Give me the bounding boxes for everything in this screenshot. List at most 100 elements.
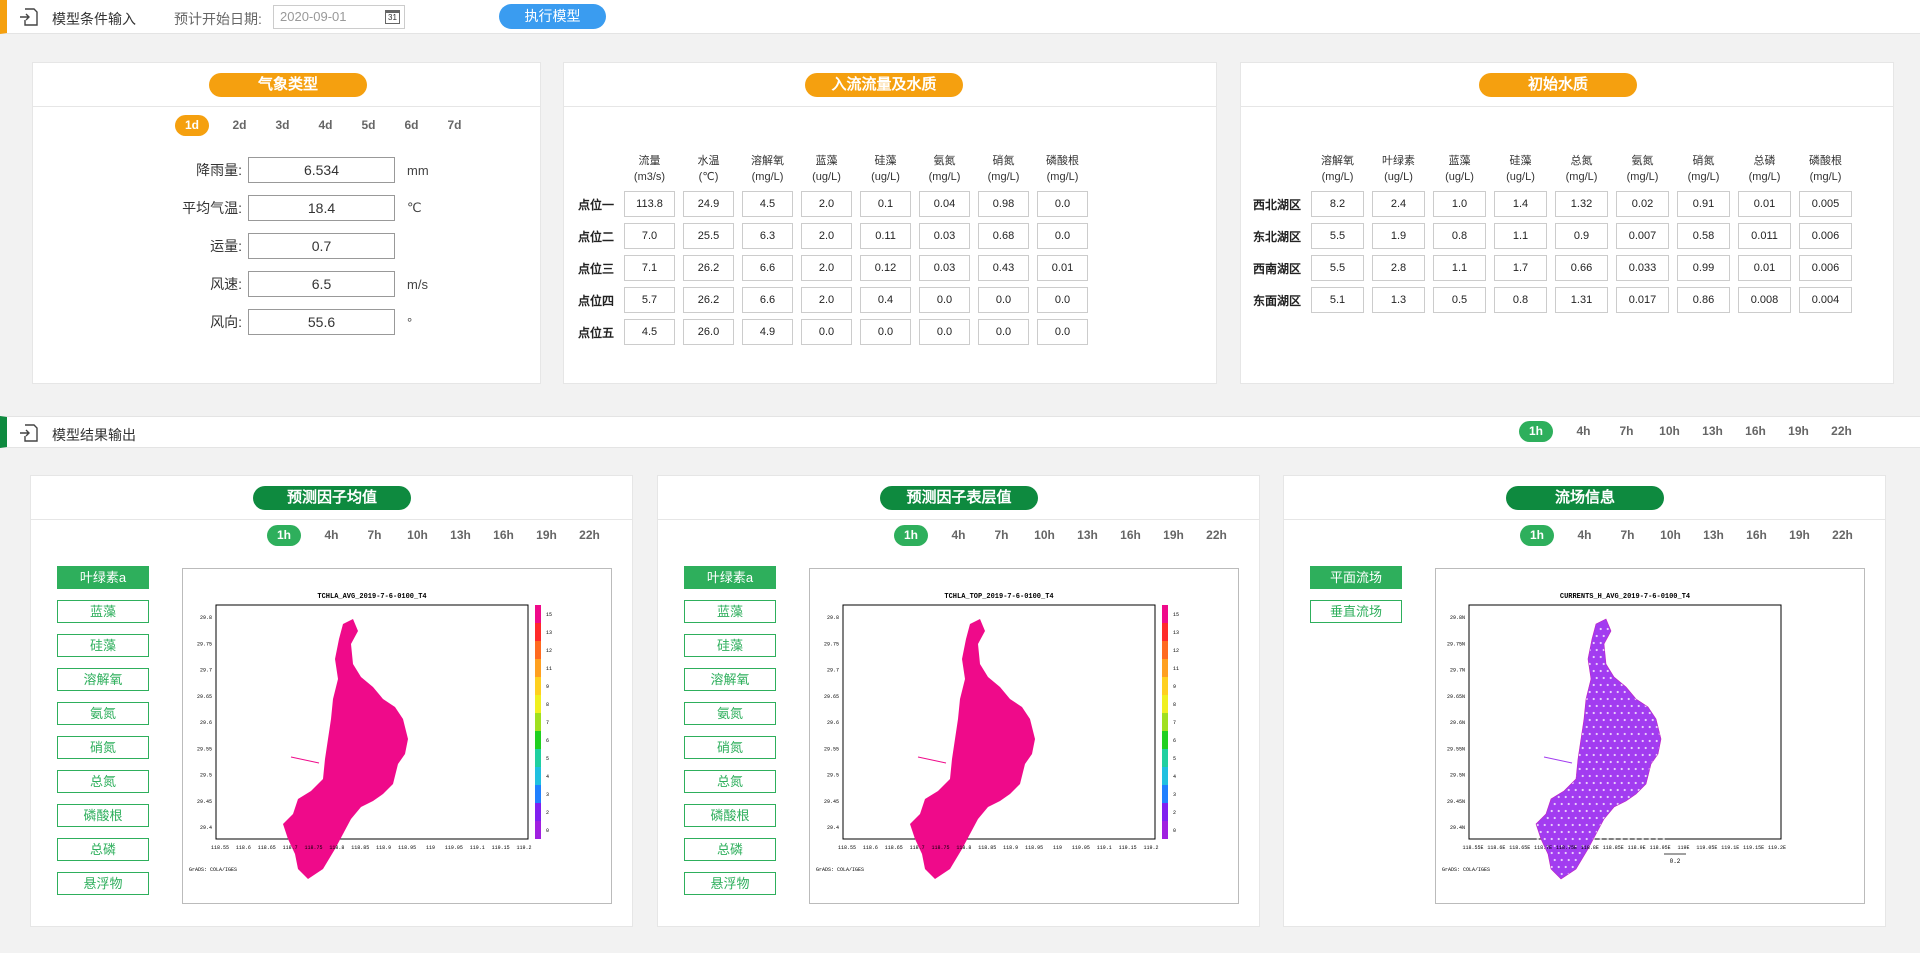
value-cell[interactable]: 0.5: [1433, 287, 1487, 313]
value-cell[interactable]: 0.66: [1555, 255, 1609, 281]
panel-hour-tab-16h[interactable]: 16h: [1735, 525, 1778, 546]
weather-row-input[interactable]: 6.534: [248, 157, 395, 183]
factor-button[interactable]: 硝氮: [57, 736, 149, 759]
value-cell[interactable]: 2.8: [1372, 255, 1426, 281]
start-date-input[interactable]: 2020-09-01 31: [273, 5, 405, 29]
value-cell[interactable]: 26.2: [683, 287, 735, 313]
value-cell[interactable]: 8.2: [1311, 191, 1365, 217]
value-cell[interactable]: 0.0: [1037, 287, 1089, 313]
factor-button[interactable]: 硅藻: [57, 634, 149, 657]
panel-hour-tab-4h[interactable]: 4h: [310, 525, 353, 546]
value-cell[interactable]: 2.0: [801, 287, 853, 313]
value-cell[interactable]: 5.5: [1311, 255, 1365, 281]
value-cell[interactable]: 1.0: [1433, 191, 1487, 217]
factor-button[interactable]: 磷酸根: [57, 804, 149, 827]
panel-hour-tab-16h[interactable]: 16h: [1109, 525, 1152, 546]
value-cell[interactable]: 0.11: [860, 223, 912, 249]
panel-hour-tab-1h[interactable]: 1h: [894, 525, 928, 546]
factor-button[interactable]: 总氮: [57, 770, 149, 793]
panel-hour-tab-10h[interactable]: 10h: [396, 525, 439, 546]
value-cell[interactable]: 0.8: [1433, 223, 1487, 249]
value-cell[interactable]: 0.68: [978, 223, 1030, 249]
factor-button[interactable]: 总氮: [684, 770, 776, 793]
value-cell[interactable]: 1.9: [1372, 223, 1426, 249]
output-hour-tab-1h[interactable]: 1h: [1519, 421, 1553, 442]
value-cell[interactable]: 7.0: [624, 223, 676, 249]
panel-hour-tab-1h[interactable]: 1h: [1520, 525, 1554, 546]
value-cell[interactable]: 4.5: [624, 319, 676, 345]
value-cell[interactable]: 0.03: [919, 223, 971, 249]
value-cell[interactable]: 0.008: [1738, 287, 1792, 313]
factor-button[interactable]: 溶解氧: [57, 668, 149, 691]
value-cell[interactable]: 0.98: [978, 191, 1030, 217]
factor-button[interactable]: 叶绿素a: [57, 566, 149, 589]
factor-button[interactable]: 垂直流场: [1310, 600, 1402, 623]
panel-hour-tab-19h[interactable]: 19h: [525, 525, 568, 546]
value-cell[interactable]: 2.0: [801, 223, 853, 249]
value-cell[interactable]: 25.5: [683, 223, 735, 249]
factor-button[interactable]: 悬浮物: [684, 872, 776, 895]
factor-button[interactable]: 蓝藻: [57, 600, 149, 623]
value-cell[interactable]: 0.58: [1677, 223, 1731, 249]
value-cell[interactable]: 1.31: [1555, 287, 1609, 313]
panel-hour-tab-10h[interactable]: 10h: [1023, 525, 1066, 546]
value-cell[interactable]: 1.1: [1433, 255, 1487, 281]
weather-row-input[interactable]: 18.4: [248, 195, 395, 221]
factor-button[interactable]: 总磷: [684, 838, 776, 861]
value-cell[interactable]: 1.7: [1494, 255, 1548, 281]
panel-hour-tab-13h[interactable]: 13h: [1692, 525, 1735, 546]
value-cell[interactable]: 0.006: [1799, 223, 1853, 249]
panel-hour-tab-13h[interactable]: 13h: [439, 525, 482, 546]
value-cell[interactable]: 0.8: [1494, 287, 1548, 313]
factor-button[interactable]: 磷酸根: [684, 804, 776, 827]
output-hour-tab-7h[interactable]: 7h: [1605, 421, 1648, 442]
panel-hour-tab-1h[interactable]: 1h: [267, 525, 301, 546]
value-cell[interactable]: 0.4: [860, 287, 912, 313]
day-tab-4d[interactable]: 4d: [304, 115, 347, 136]
day-tab-6d[interactable]: 6d: [390, 115, 433, 136]
factor-button[interactable]: 氨氮: [684, 702, 776, 725]
value-cell[interactable]: 1.32: [1555, 191, 1609, 217]
value-cell[interactable]: 0.01: [1738, 191, 1792, 217]
factor-button[interactable]: 平面流场: [1310, 566, 1402, 589]
value-cell[interactable]: 0.004: [1799, 287, 1853, 313]
panel-hour-tab-19h[interactable]: 19h: [1778, 525, 1821, 546]
factor-button[interactable]: 总磷: [57, 838, 149, 861]
value-cell[interactable]: 0.01: [1037, 255, 1089, 281]
output-hour-tab-13h[interactable]: 13h: [1691, 421, 1734, 442]
panel-hour-tab-10h[interactable]: 10h: [1649, 525, 1692, 546]
value-cell[interactable]: 0.02: [1616, 191, 1670, 217]
value-cell[interactable]: 0.0: [1037, 223, 1089, 249]
value-cell[interactable]: 0.12: [860, 255, 912, 281]
value-cell[interactable]: 6.6: [742, 287, 794, 313]
value-cell[interactable]: 4.9: [742, 319, 794, 345]
panel-hour-tab-7h[interactable]: 7h: [1606, 525, 1649, 546]
value-cell[interactable]: 0.0: [1037, 319, 1089, 345]
value-cell[interactable]: 0.017: [1616, 287, 1670, 313]
value-cell[interactable]: 0.86: [1677, 287, 1731, 313]
factor-button[interactable]: 溶解氧: [684, 668, 776, 691]
run-model-button[interactable]: 执行模型: [499, 4, 606, 29]
output-hour-tab-4h[interactable]: 4h: [1562, 421, 1605, 442]
day-tab-1d[interactable]: 1d: [175, 115, 209, 136]
value-cell[interactable]: 5.7: [624, 287, 676, 313]
output-hour-tab-22h[interactable]: 22h: [1820, 421, 1863, 442]
value-cell[interactable]: 5.5: [1311, 223, 1365, 249]
value-cell[interactable]: 0.43: [978, 255, 1030, 281]
value-cell[interactable]: 2.4: [1372, 191, 1426, 217]
day-tab-7d[interactable]: 7d: [433, 115, 476, 136]
value-cell[interactable]: 0.0: [978, 319, 1030, 345]
panel-hour-tab-4h[interactable]: 4h: [1563, 525, 1606, 546]
factor-button[interactable]: 硅藻: [684, 634, 776, 657]
output-hour-tab-19h[interactable]: 19h: [1777, 421, 1820, 442]
output-hour-tab-16h[interactable]: 16h: [1734, 421, 1777, 442]
factor-button[interactable]: 蓝藻: [684, 600, 776, 623]
value-cell[interactable]: 0.005: [1799, 191, 1853, 217]
panel-hour-tab-22h[interactable]: 22h: [1195, 525, 1238, 546]
panel-hour-tab-19h[interactable]: 19h: [1152, 525, 1195, 546]
value-cell[interactable]: 0.0: [860, 319, 912, 345]
value-cell[interactable]: 0.033: [1616, 255, 1670, 281]
value-cell[interactable]: 0.03: [919, 255, 971, 281]
value-cell[interactable]: 0.0: [801, 319, 853, 345]
weather-row-input[interactable]: 55.6: [248, 309, 395, 335]
